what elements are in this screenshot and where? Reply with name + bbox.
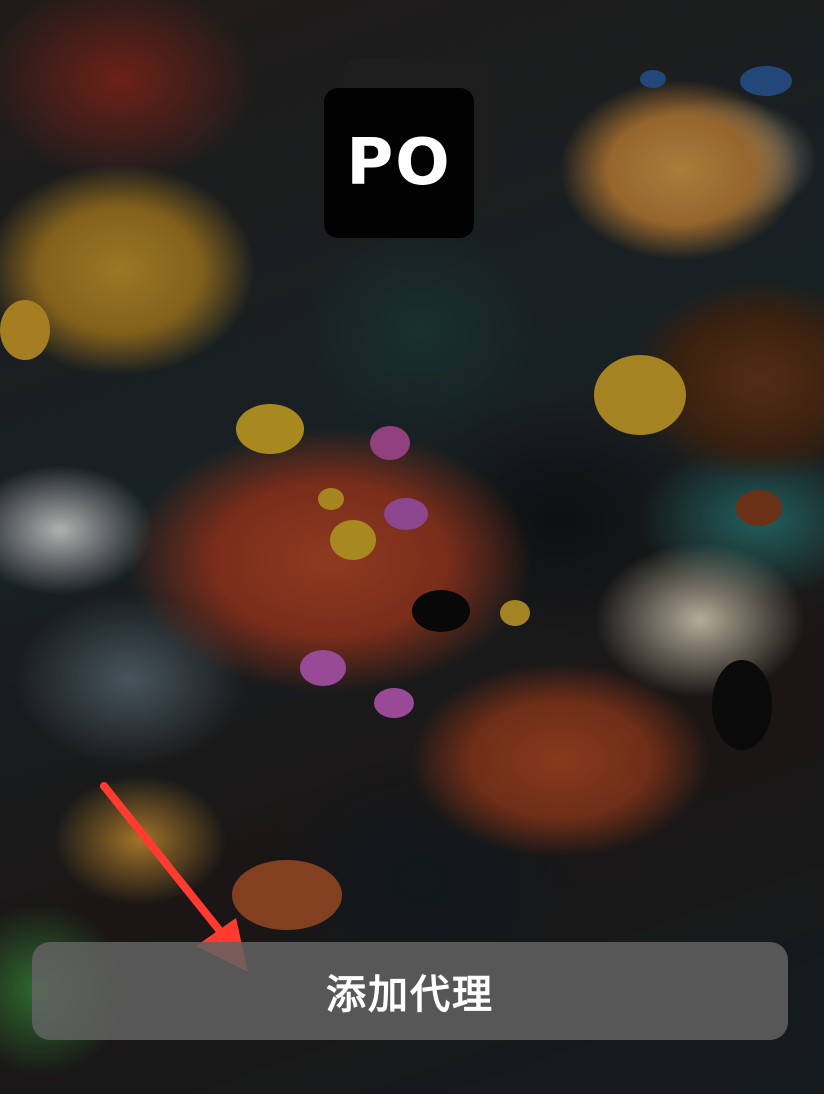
app-icon-label: PO	[346, 126, 452, 200]
add-proxy-button-label: 添加代理	[326, 972, 494, 1018]
proxy-home-screen: PO 添加代理	[0, 0, 824, 1094]
proxy-app-icon: PO	[324, 58, 496, 242]
add-proxy-button[interactable]: 添加代理	[32, 942, 788, 1040]
app-icon-front-tile: PO	[324, 88, 474, 238]
